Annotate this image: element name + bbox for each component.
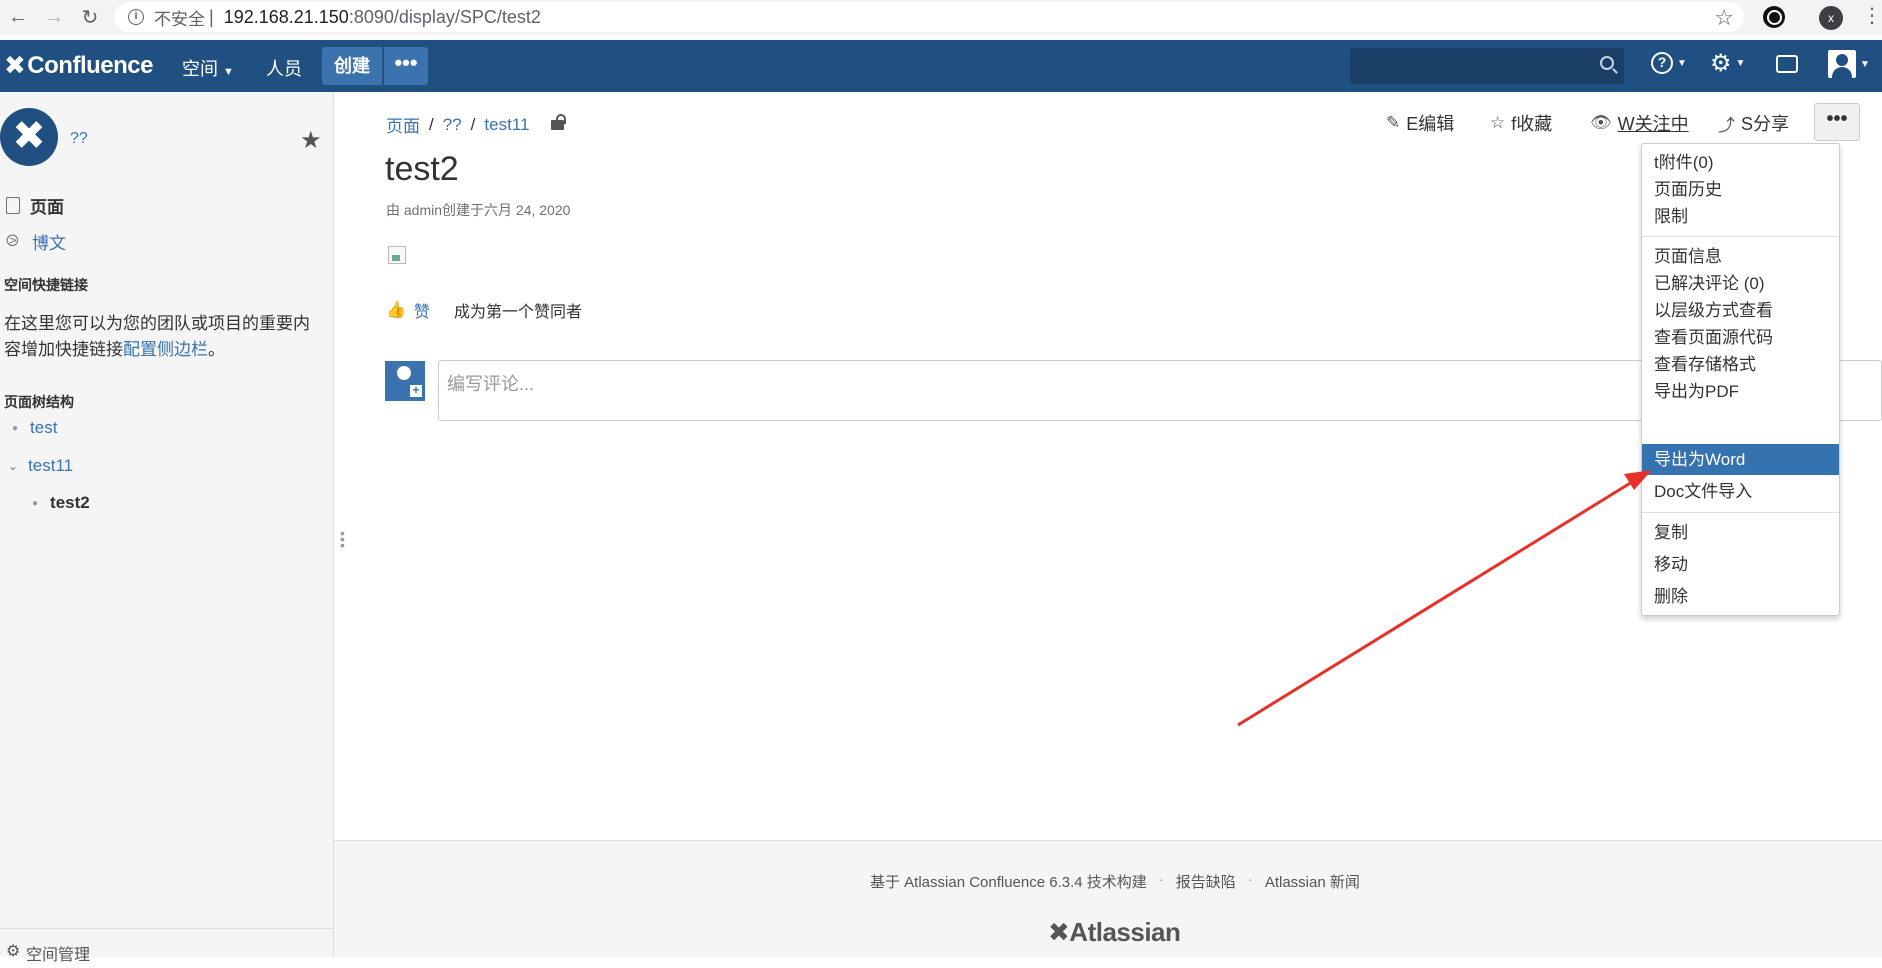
footer-separator: · [1247, 871, 1253, 888]
footer-links: 基于 Atlassian Confluence 6.3.4 技术构建 · 报告缺… [870, 871, 1360, 892]
footer-news-link[interactable]: Atlassian 新闻 [1265, 871, 1360, 892]
atlassian-logo-text: Atlassian [1069, 917, 1181, 947]
footer-separator: · [1158, 871, 1164, 888]
atlassian-logo[interactable]: ✖Atlassian [1048, 917, 1181, 948]
atlassian-x-icon: ✖ [1048, 917, 1070, 947]
footer-report-bug-link[interactable]: 报告缺陷 [1176, 871, 1236, 892]
annotation-arrow-shaft [1237, 480, 1633, 727]
footer-built-with: 基于 Atlassian Confluence 6.3.4 技术构建 [870, 874, 1147, 891]
annotation-arrow-head [1624, 470, 1652, 490]
page-footer: 基于 Atlassian Confluence 6.3.4 技术构建 · 报告缺… [334, 840, 1882, 957]
annotation-arrow [1237, 470, 1652, 727]
